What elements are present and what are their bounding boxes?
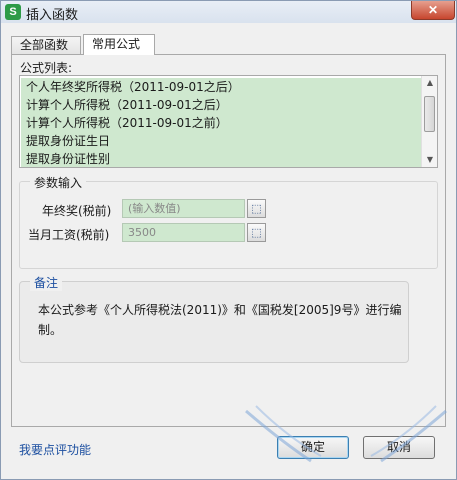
list-item[interactable]: 提取身份证生日	[21, 132, 421, 150]
list-item[interactable]: 提取身份证性别	[21, 150, 421, 167]
note-box: 备注 本公式参考《个人所得税法(2011)》和《国税发[2005]9号》进行编制…	[19, 274, 409, 363]
dialog-title: 插入函数	[26, 8, 79, 23]
salary-input[interactable]: 3500	[122, 223, 245, 242]
title-bar: S 插入函数 ✕	[1, 1, 456, 23]
app-logo-icon: S	[5, 4, 21, 20]
bonus-input[interactable]: (输入数值)	[122, 199, 245, 218]
scroll-thumb[interactable]	[424, 96, 435, 132]
cancel-button[interactable]: 取消	[363, 436, 435, 459]
list-item[interactable]: 计算个人所得税（2011-09-01之前）	[21, 114, 421, 132]
ok-button[interactable]: 确定	[277, 436, 349, 459]
range-picker-icon[interactable]: ⬚	[247, 199, 266, 218]
bonus-label: 年终奖(税前)	[42, 204, 112, 218]
list-item[interactable]: 个人年终奖所得税（2011-09-01之后）	[21, 78, 421, 96]
scroll-up-icon[interactable]: ▲	[422, 76, 437, 90]
range-picker-icon[interactable]: ⬚	[247, 223, 266, 242]
note-text: 本公式参考《个人所得税法(2011)》和《国税发[2005]9号》进行编制。	[38, 303, 402, 337]
formula-listbox[interactable]: 个人年终奖所得税（2011-09-01之后） 计算个人所得税（2011-09-0…	[19, 75, 438, 168]
params-group-title: 参数输入	[30, 174, 87, 191]
tab-all-functions[interactable]: 全部函数	[11, 36, 81, 54]
formula-list-label: 公式列表:	[20, 61, 73, 75]
salary-label: 当月工资(税前)	[28, 228, 110, 242]
insert-function-dialog: S 插入函数 ✕ 全部函数 常用公式 公式列表: 个人年终奖所得税（2011-0…	[0, 0, 457, 480]
scroll-down-icon[interactable]: ▼	[422, 153, 437, 167]
feedback-link[interactable]: 我要点评功能	[19, 441, 91, 458]
note-title: 备注	[30, 274, 63, 291]
list-item[interactable]: 计算个人所得税（2011-09-01之后）	[21, 96, 421, 114]
tab-panel: 公式列表: 个人年终奖所得税（2011-09-01之后） 计算个人所得税（201…	[11, 54, 446, 427]
tab-common-formulas[interactable]: 常用公式	[83, 34, 155, 55]
list-scrollbar[interactable]: ▲ ▼	[421, 76, 437, 167]
close-button[interactable]: ✕	[411, 1, 455, 20]
params-group: 参数输入 年终奖(税前) (输入数值) ⬚ 当月工资(税前) 3500 ⬚	[19, 174, 438, 269]
